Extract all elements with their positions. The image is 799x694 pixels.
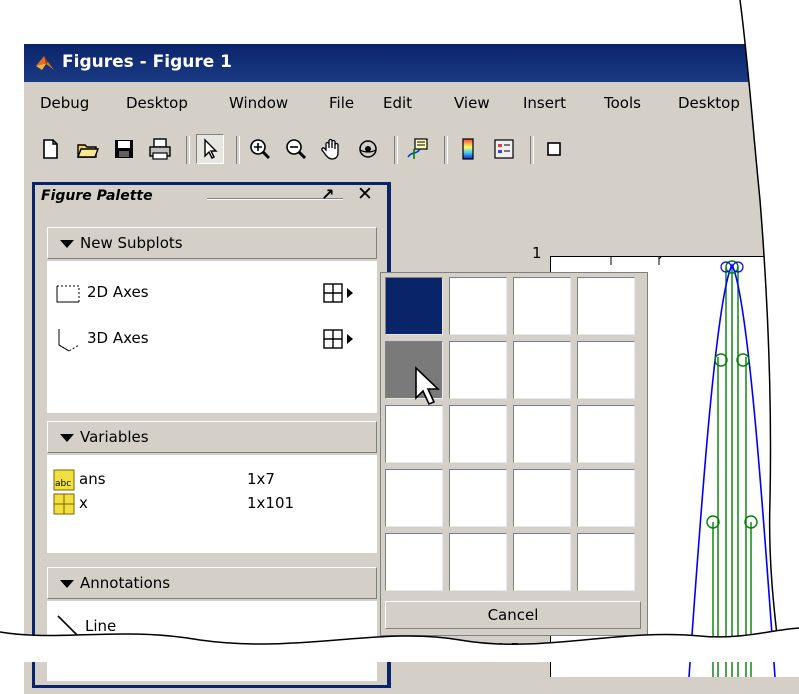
grid-layout-icon[interactable] <box>323 329 343 349</box>
subplot-grid-cell[interactable] <box>577 405 635 463</box>
select-arrow-icon[interactable] <box>196 134 224 164</box>
open-folder-icon[interactable] <box>74 134 102 164</box>
string-var-icon: abc <box>53 469 75 495</box>
axes-2d-icon <box>55 281 81 311</box>
section-annotations[interactable]: Annotations <box>47 567 377 599</box>
subplot-grid-cell[interactable] <box>513 469 571 527</box>
list-item-variable-ans[interactable]: abc ans 1x7 <box>47 469 377 495</box>
subplot-grid-cell[interactable] <box>449 277 507 335</box>
menu-desktop[interactable]: Desktop <box>126 94 188 112</box>
subplot-grid-cell[interactable] <box>449 469 507 527</box>
subplot-grid-cell[interactable] <box>513 533 571 591</box>
toolbar-separator <box>236 136 240 164</box>
title-bar: Figures - Figure 1 <box>24 44 799 82</box>
toolbar-separator <box>186 136 190 164</box>
new-file-icon[interactable] <box>36 134 64 164</box>
y-tick-label-top: 1 <box>532 244 542 262</box>
variable-name: ans <box>79 470 106 488</box>
matlab-logo-icon <box>34 52 56 74</box>
subplot-grid-cell[interactable] <box>449 405 507 463</box>
cancel-button[interactable]: Cancel <box>385 601 641 629</box>
submenu-arrow-icon[interactable] <box>347 334 353 344</box>
matrix-var-icon <box>53 493 75 519</box>
item-label: Line <box>85 617 117 635</box>
svg-text:abc: abc <box>55 479 71 489</box>
variables-body: abc ans 1x7 x 1x101 <box>47 455 377 553</box>
close-icon[interactable]: ✕ <box>357 183 373 205</box>
subplot-grid-cell[interactable] <box>577 533 635 591</box>
section-label: Variables <box>80 428 149 446</box>
menu-view[interactable]: View <box>454 94 490 112</box>
menu-insert[interactable]: Insert <box>523 94 566 112</box>
menu-edit[interactable]: Edit <box>383 94 412 112</box>
subplot-grid-cell[interactable] <box>385 277 443 335</box>
zoom-out-icon[interactable] <box>282 134 310 164</box>
collapse-arrow-icon <box>60 580 74 588</box>
menu-tools[interactable]: Tools <box>604 94 641 112</box>
legend-icon[interactable] <box>490 134 518 164</box>
submenu-arrow-icon[interactable] <box>347 288 353 298</box>
window-title: Figures - Figure 1 <box>62 52 233 72</box>
y-tick-label-bottom: 0.5 <box>496 640 520 658</box>
toolbar-separator <box>394 136 398 164</box>
menu-desktop-2[interactable]: Desktop <box>678 94 740 112</box>
rotate-3d-icon[interactable] <box>354 134 382 164</box>
line-icon <box>55 613 81 643</box>
collapse-arrow-icon <box>60 240 74 248</box>
subplot-grid-cell[interactable] <box>385 533 443 591</box>
print-icon[interactable] <box>146 134 174 164</box>
subplot-grid-cell[interactable] <box>385 405 443 463</box>
subplot-grid-cell[interactable] <box>513 277 571 335</box>
subplot-grid-cell[interactable] <box>449 533 507 591</box>
axes-3d-icon <box>55 327 81 357</box>
subplot-grid-cell[interactable] <box>577 341 635 399</box>
palette-header: Figure Palette ↗ ✕ <box>35 183 387 209</box>
menu-window[interactable]: Window <box>229 94 288 112</box>
item-label: 3D Axes <box>87 329 149 347</box>
subplot-grid-chooser: Cancel <box>380 272 648 636</box>
subplot-grid-cell[interactable] <box>449 341 507 399</box>
toolbar <box>24 134 799 174</box>
section-label: New Subplots <box>80 234 183 252</box>
variable-size: 1x101 <box>247 494 295 512</box>
grid-layout-icon[interactable] <box>323 283 343 303</box>
mouse-cursor-icon <box>414 366 440 412</box>
save-icon[interactable] <box>110 134 138 164</box>
section-label: Annotations <box>80 574 171 592</box>
new-subplots-body: 2D Axes 3D Axes <box>47 261 377 413</box>
colorbar-icon[interactable] <box>454 134 482 164</box>
subplot-grid-cell[interactable] <box>385 469 443 527</box>
pan-hand-icon[interactable] <box>318 134 346 164</box>
annotations-body: Line <box>47 601 377 681</box>
section-new-subplots[interactable]: New Subplots <box>47 227 377 259</box>
square-icon[interactable] <box>540 134 568 164</box>
data-cursor-icon[interactable] <box>404 134 432 164</box>
subplot-grid-cell[interactable] <box>577 469 635 527</box>
subplot-grid-cell[interactable] <box>577 277 635 335</box>
section-variables[interactable]: Variables <box>47 421 377 453</box>
variable-size: 1x7 <box>247 470 275 488</box>
zoom-in-icon[interactable] <box>246 134 274 164</box>
palette-title: Figure Palette <box>41 188 153 204</box>
subplot-grid-cell[interactable] <box>513 341 571 399</box>
subplot-grid-cell[interactable] <box>513 405 571 463</box>
collapse-arrow-icon <box>60 434 74 442</box>
figure-palette: Figure Palette ↗ ✕ New Subplots 2D Axes … <box>32 182 391 688</box>
item-label: 2D Axes <box>87 283 149 301</box>
variable-name: x <box>79 494 88 512</box>
toolbar-separator <box>444 136 448 164</box>
toolbar-separator <box>530 136 534 164</box>
menu-file[interactable]: File <box>329 94 354 112</box>
list-item-variable-x[interactable]: x 1x101 <box>47 493 377 519</box>
menu-debug[interactable]: Debug <box>40 94 89 112</box>
undock-icon[interactable]: ↗ <box>321 185 334 204</box>
